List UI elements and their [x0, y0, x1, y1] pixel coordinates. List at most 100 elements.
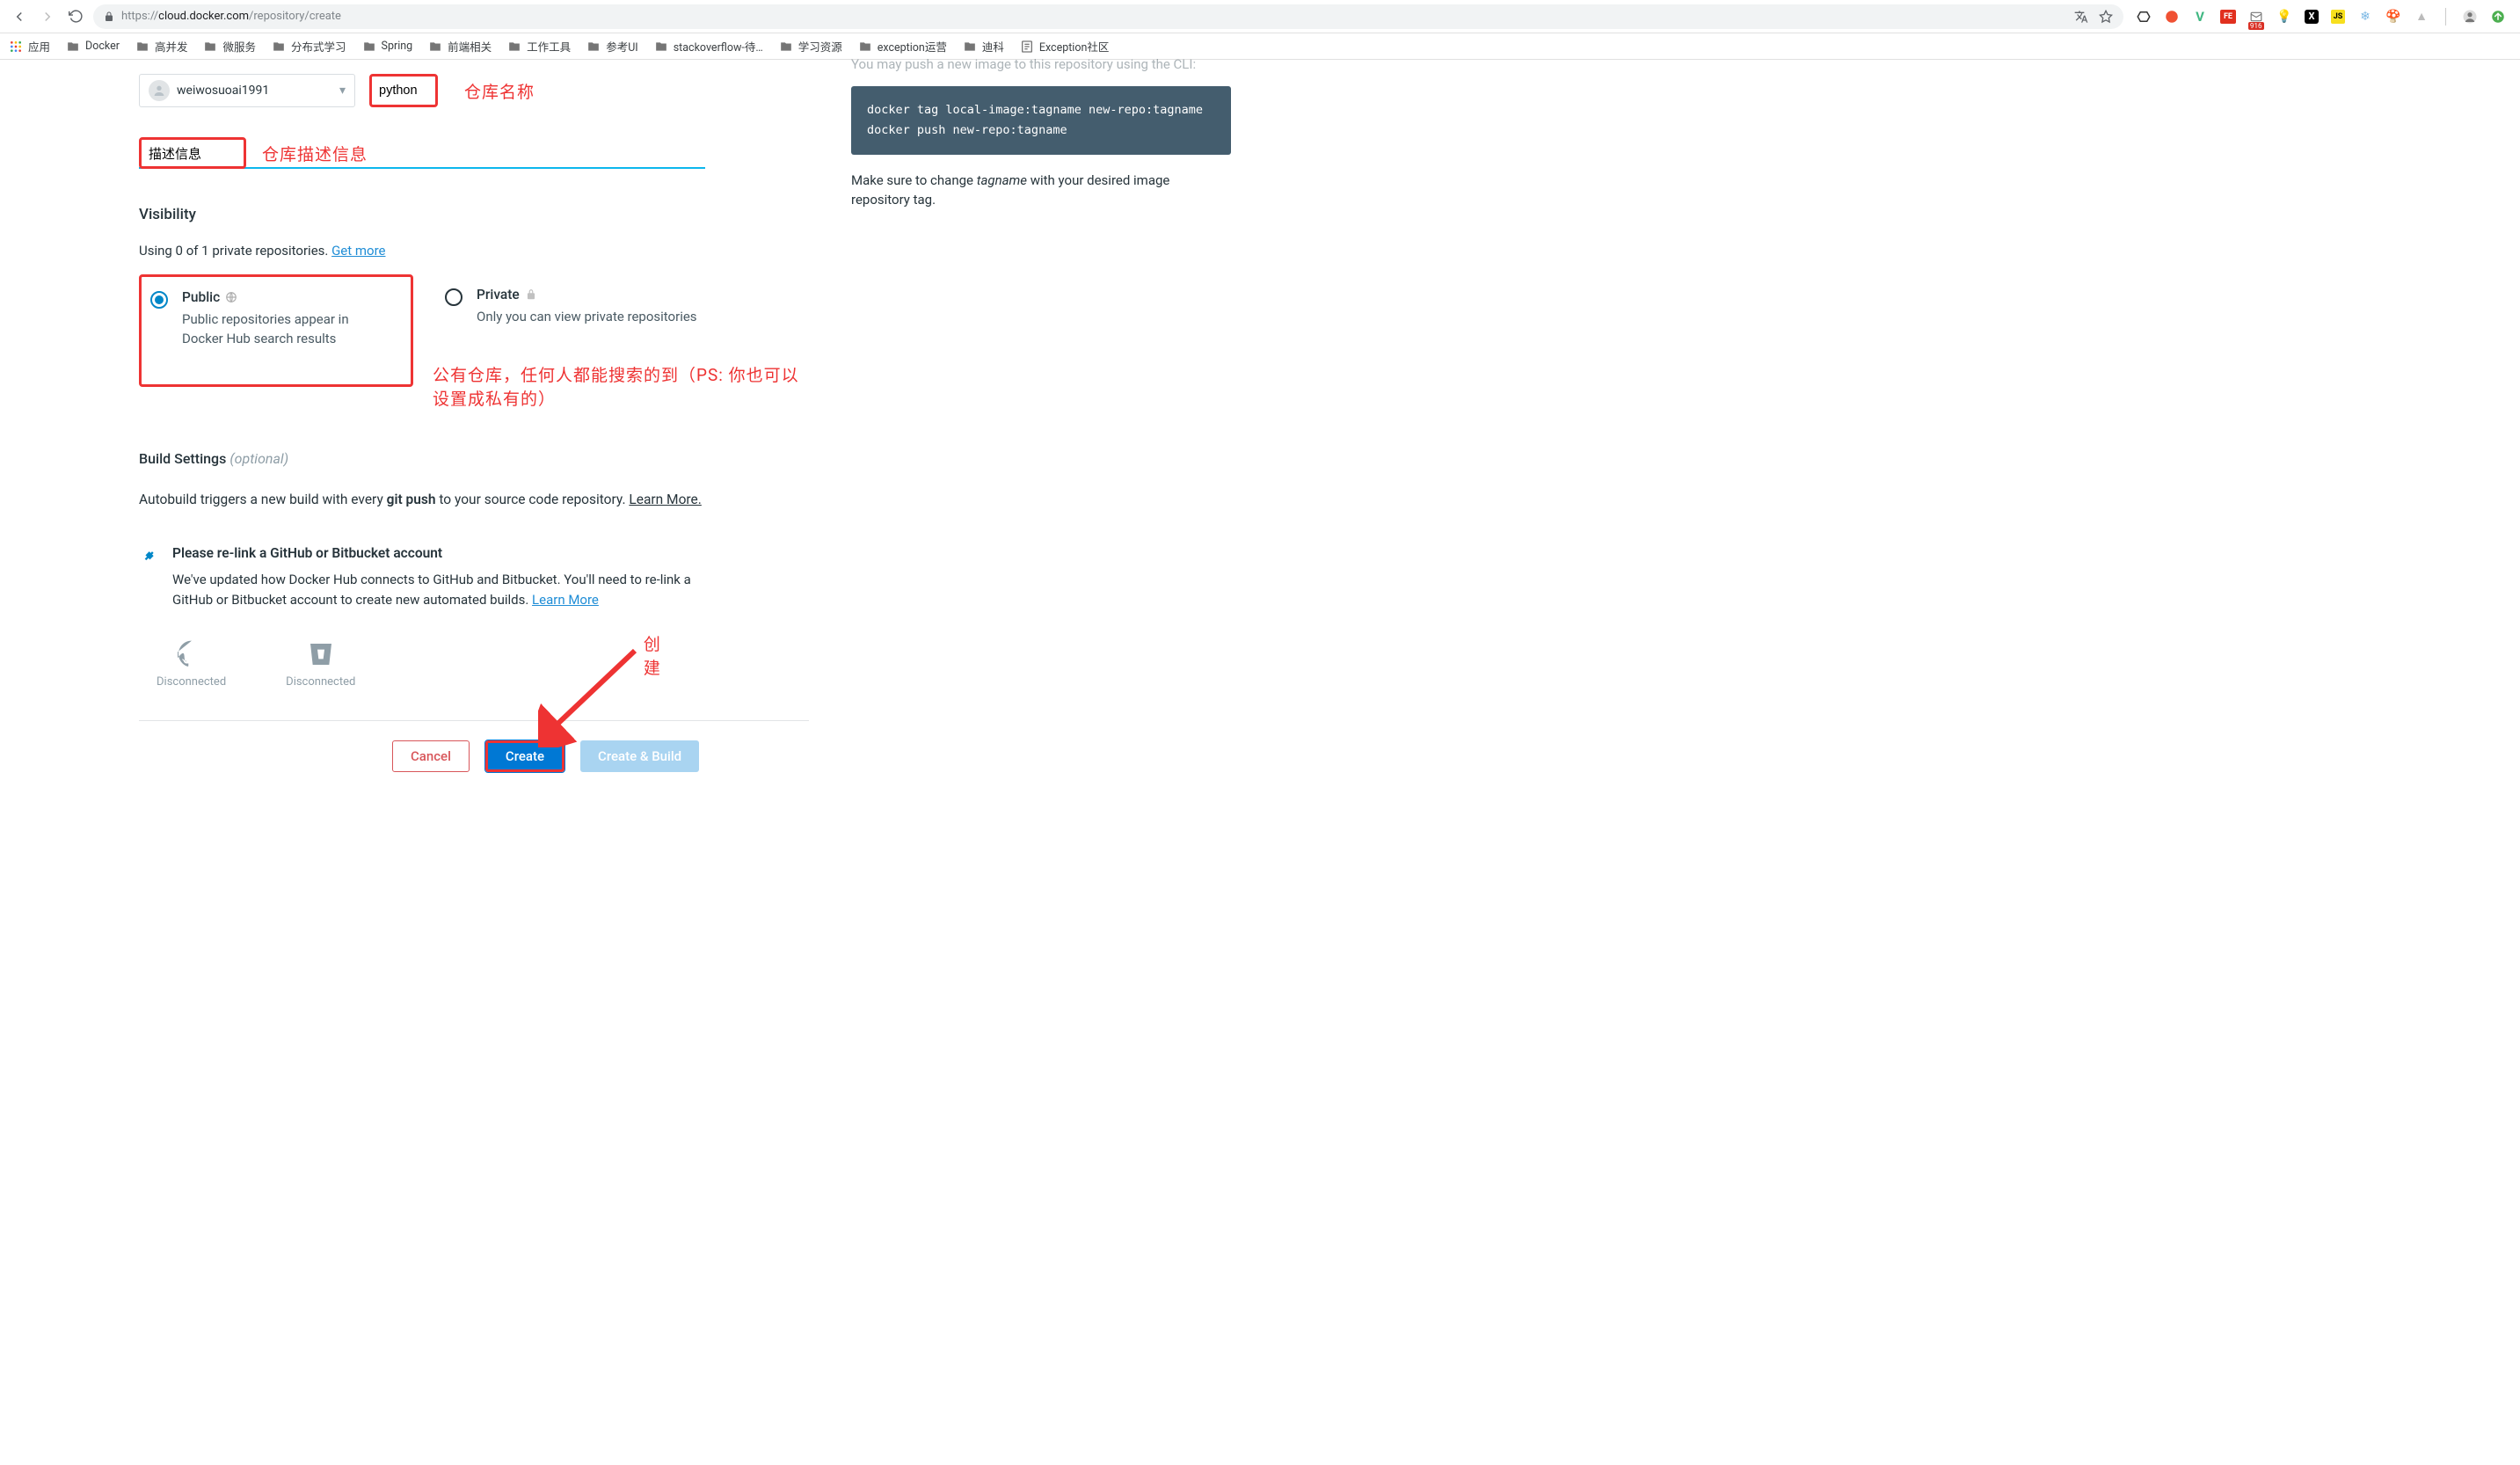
forward-button[interactable]	[37, 6, 58, 27]
repo-name-input[interactable]	[379, 84, 428, 98]
translate-icon[interactable]	[2074, 10, 2088, 24]
bookmark-distributed[interactable]: 分布式学习	[272, 38, 346, 55]
annotation-repo-name: 仓库名称	[464, 79, 535, 103]
relink-body: We've updated how Docker Hub connects to…	[172, 570, 700, 611]
bitbucket-icon	[307, 640, 335, 668]
public-desc: Public repositories appear in Docker Hub…	[182, 310, 388, 349]
ext-vue-icon[interactable]: V	[2192, 9, 2208, 25]
learn-more-autobuild[interactable]: Learn More.	[629, 492, 701, 507]
relink-notice: Please re-link a GitHub or Bitbucket acc…	[139, 545, 809, 611]
learn-more-relink[interactable]: Learn More	[532, 592, 599, 608]
lock-icon	[525, 288, 537, 301]
apps-icon	[9, 40, 23, 54]
cancel-button[interactable]: Cancel	[392, 740, 470, 772]
private-title: Private	[477, 287, 697, 302]
create-button-wrap: 创建 Create	[485, 740, 564, 772]
bitbucket-status: Disconnected	[286, 675, 355, 689]
public-option-highlight: Public Public repositories appear in Doc…	[139, 274, 413, 387]
chevron-down-icon: ▾	[339, 84, 346, 98]
ext-green-icon[interactable]	[2490, 9, 2506, 25]
bookmark-concurrency[interactable]: 高并发	[135, 38, 188, 55]
ext-fe-icon[interactable]: FE	[2220, 10, 2236, 24]
folder-icon	[654, 40, 668, 53]
github-connect[interactable]: Disconnected	[157, 640, 226, 689]
profile-icon[interactable]	[2462, 9, 2478, 25]
annotation-create: 创建	[644, 631, 662, 679]
ext-recycle-icon[interactable]	[2136, 9, 2152, 25]
folder-icon	[779, 40, 793, 53]
folder-icon	[858, 40, 872, 53]
bookmark-dike[interactable]: 迪科	[963, 38, 1004, 55]
private-desc: Only you can view private repositories	[477, 308, 697, 327]
back-button[interactable]	[9, 6, 30, 27]
create-button[interactable]: Create	[485, 740, 564, 772]
star-icon[interactable]	[2099, 10, 2113, 24]
folder-icon	[507, 40, 521, 53]
ext-x-icon[interactable]: X	[2305, 10, 2319, 24]
public-title: Public	[182, 289, 388, 305]
relink-title: Please re-link a GitHub or Bitbucket acc…	[172, 545, 700, 561]
visibility-heading: Visibility	[139, 206, 809, 223]
ext-js-icon[interactable]: JS	[2331, 10, 2345, 24]
bookmark-stackoverflow[interactable]: stackoverflow-待…	[654, 38, 763, 55]
bookmark-docker[interactable]: Docker	[66, 40, 120, 53]
url-bar[interactable]: https://cloud.docker.com/repository/crea…	[93, 4, 2123, 29]
bookmark-refui[interactable]: 参考UI	[586, 38, 638, 55]
folder-icon	[362, 40, 376, 53]
globe-icon	[225, 291, 237, 303]
divider	[139, 720, 809, 721]
extension-icons: V FE 916 💡 X JS ❄ 🍄 ▲	[2130, 8, 2511, 26]
bookmark-frontend[interactable]: 前端相关	[428, 38, 492, 55]
browser-top-bar: https://cloud.docker.com/repository/crea…	[0, 0, 2520, 33]
annotation-public-note: 公有仓库，任何人都能搜索的到（PS: 你也可以设置成私有的）	[433, 362, 809, 410]
ext-mail-icon[interactable]: 916	[2248, 9, 2264, 25]
cli-code-block: docker tag local-image:tagname new-repo:…	[851, 86, 1231, 155]
avatar-icon	[149, 80, 170, 101]
visibility-private-option[interactable]: Private Only you can view private reposi…	[445, 274, 704, 327]
radio-public[interactable]	[150, 291, 168, 309]
radio-private[interactable]	[445, 288, 462, 306]
folder-icon	[963, 40, 977, 53]
apps-shortcut[interactable]: 应用	[9, 38, 50, 55]
apps-label: 应用	[28, 38, 50, 55]
bookmark-worktools[interactable]: 工作工具	[507, 38, 571, 55]
bookmarks-bar: 应用 Docker 高并发 微服务 分布式学习 Spring 前端相关 工作工具…	[0, 33, 2520, 60]
lock-icon	[104, 11, 114, 22]
namespace-select[interactable]: weiwosuoai1991 ▾	[139, 74, 355, 107]
ext-snowflake-icon[interactable]: ❄	[2357, 9, 2373, 25]
bookmark-study[interactable]: 学习资源	[779, 38, 842, 55]
bookmark-exception-ops[interactable]: exception运营	[858, 38, 947, 55]
folder-icon	[428, 40, 442, 53]
folder-icon	[272, 40, 286, 53]
url-text: https://cloud.docker.com/repository/crea…	[121, 10, 341, 23]
create-and-build-button[interactable]: Create & Build	[580, 740, 699, 772]
annotation-description: 仓库描述信息	[262, 142, 368, 165]
ext-bulb-icon[interactable]: 💡	[2276, 9, 2292, 25]
github-icon	[178, 640, 206, 668]
get-more-link[interactable]: Get more	[331, 243, 385, 259]
folder-icon	[586, 40, 601, 53]
page-icon	[1020, 40, 1034, 54]
tagname-note: Make sure to change tagname with your de…	[851, 171, 1231, 210]
cli-intro-text: You may push a new image to this reposit…	[851, 56, 1231, 72]
folder-icon	[135, 40, 149, 53]
description-highlight	[139, 137, 246, 169]
bookmark-spring[interactable]: Spring	[362, 40, 413, 53]
namespace-value: weiwosuoai1991	[177, 84, 269, 98]
autobuild-text: Autobuild triggers a new build with ever…	[139, 490, 809, 510]
ext-red-icon[interactable]	[2164, 9, 2180, 25]
visibility-usage: Using 0 of 1 private repositories. Get m…	[139, 243, 809, 259]
divider	[2445, 8, 2446, 26]
ext-grey-icon[interactable]: ▲	[2414, 9, 2429, 25]
folder-icon	[203, 40, 217, 53]
ext-mushroom-icon[interactable]: 🍄	[2385, 9, 2401, 25]
reload-button[interactable]	[65, 6, 86, 27]
visibility-public-option[interactable]: Public Public repositories appear in Doc…	[150, 289, 395, 349]
bookmark-exception-community[interactable]: Exception社区	[1020, 38, 1110, 55]
build-settings-heading: Build Settings (optional)	[139, 450, 809, 467]
github-status: Disconnected	[157, 675, 226, 689]
bitbucket-connect[interactable]: Disconnected	[286, 640, 355, 689]
description-input[interactable]	[149, 146, 237, 161]
plug-icon	[139, 548, 157, 565]
bookmark-microservice[interactable]: 微服务	[203, 38, 256, 55]
